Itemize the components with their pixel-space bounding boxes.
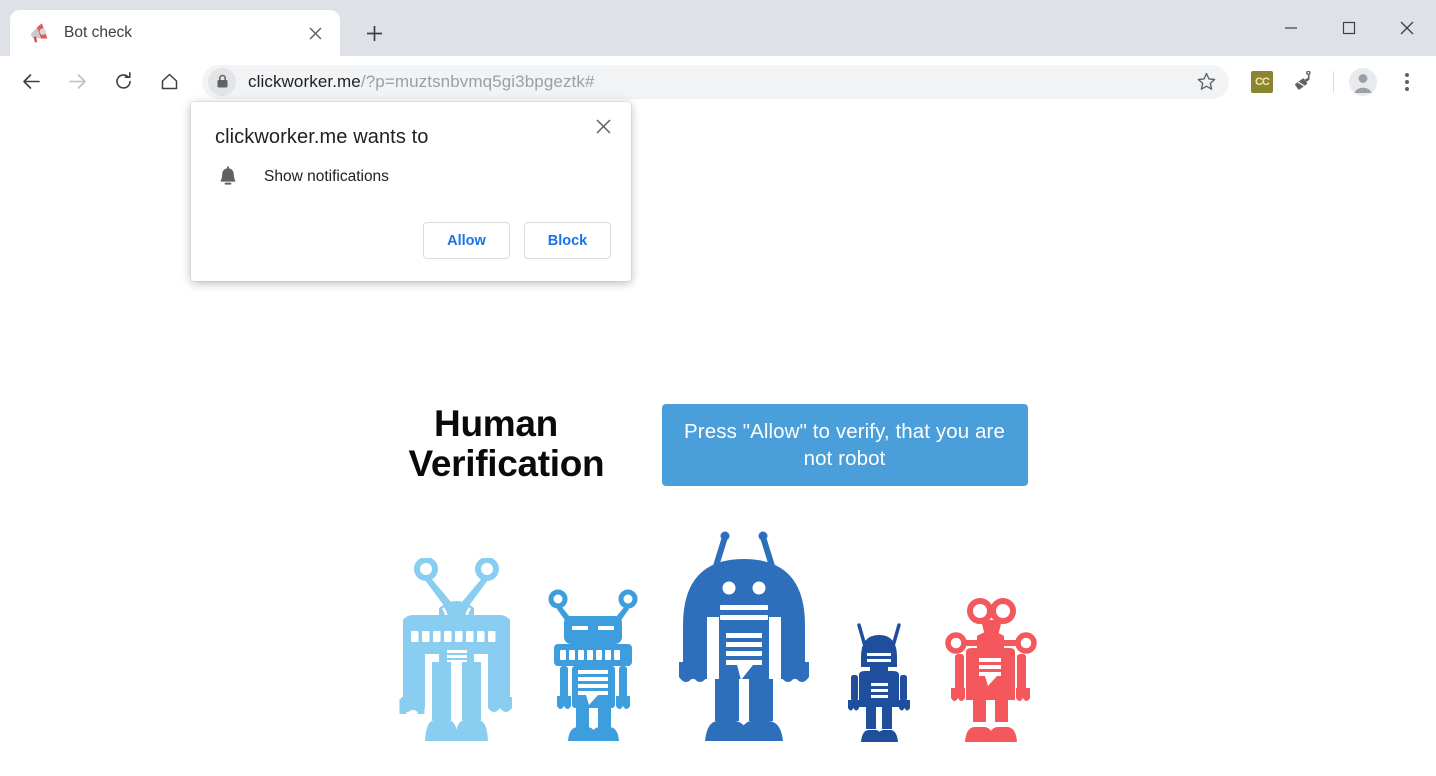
forward-button[interactable] (58, 63, 96, 101)
browser-window: Bot check clickworker.me/?p=muztsnbvmq5g… (0, 0, 1436, 776)
megaphone-favicon-icon (28, 22, 50, 44)
address-bar[interactable]: clickworker.me/?p=muztsnbvmq5gi3bpgeztk# (202, 64, 1229, 99)
lock-icon[interactable] (208, 67, 236, 96)
window-close-button[interactable] (1378, 0, 1436, 56)
paint-roller-icon[interactable] (1287, 65, 1321, 99)
back-button[interactable] (12, 63, 50, 101)
permission-row: Show notifications (215, 164, 389, 190)
tab-bot-check[interactable]: Bot check (10, 10, 340, 56)
toolbar-right-group: CC (1241, 65, 1424, 99)
home-button[interactable] (150, 63, 188, 101)
robot-dark-blue-small (847, 623, 910, 742)
verification-banner: Press "Allow" to verify, that you are no… (661, 404, 1028, 487)
bell-icon (215, 164, 241, 190)
robot-illustration-group (0, 529, 1436, 744)
block-button[interactable]: Block (524, 222, 611, 259)
robot-red-small (944, 598, 1037, 742)
tab-close-icon[interactable] (302, 20, 328, 46)
reload-button[interactable] (104, 63, 142, 101)
bookmark-star-icon[interactable] (1191, 67, 1221, 97)
url-path: /?p=muztsnbvmq5gi3bpgeztk# (360, 71, 595, 91)
toolbar-separator (1333, 70, 1334, 93)
tab-title: Bot check (64, 24, 133, 41)
extension-cc-label: CC (1251, 70, 1273, 93)
hero-section: Human Verification Press "Allow" to veri… (0, 403, 1436, 487)
page-title: Human Verification (408, 403, 605, 484)
dialog-actions: Allow Block (423, 222, 611, 259)
robot-light-blue-tall (399, 558, 512, 741)
browser-toolbar: clickworker.me/?p=muztsnbvmq5gi3bpgeztk#… (0, 56, 1436, 108)
avatar-icon (1349, 67, 1377, 96)
profile-avatar[interactable] (1346, 65, 1380, 99)
window-controls (1262, 0, 1436, 56)
url-text: clickworker.me/?p=muztsnbvmq5gi3bpgeztk# (248, 72, 595, 92)
robot-blue-large (678, 531, 809, 741)
window-minimize-button[interactable] (1262, 0, 1320, 56)
close-icon[interactable] (589, 112, 617, 140)
allow-button[interactable]: Allow (423, 222, 510, 259)
window-maximize-button[interactable] (1320, 0, 1378, 56)
tab-strip: Bot check (0, 0, 1436, 56)
new-tab-button[interactable] (356, 15, 392, 51)
robot-blue-medium (548, 589, 637, 741)
url-host: clickworker.me (248, 71, 361, 91)
three-dot-menu-icon[interactable] (1390, 65, 1424, 99)
permission-label: Show notifications (264, 168, 389, 185)
dialog-title: clickworker.me wants to (215, 126, 429, 148)
notification-permission-dialog: clickworker.me wants to Show notificatio… (191, 102, 631, 281)
extension-cc-icon[interactable]: CC (1245, 65, 1279, 99)
